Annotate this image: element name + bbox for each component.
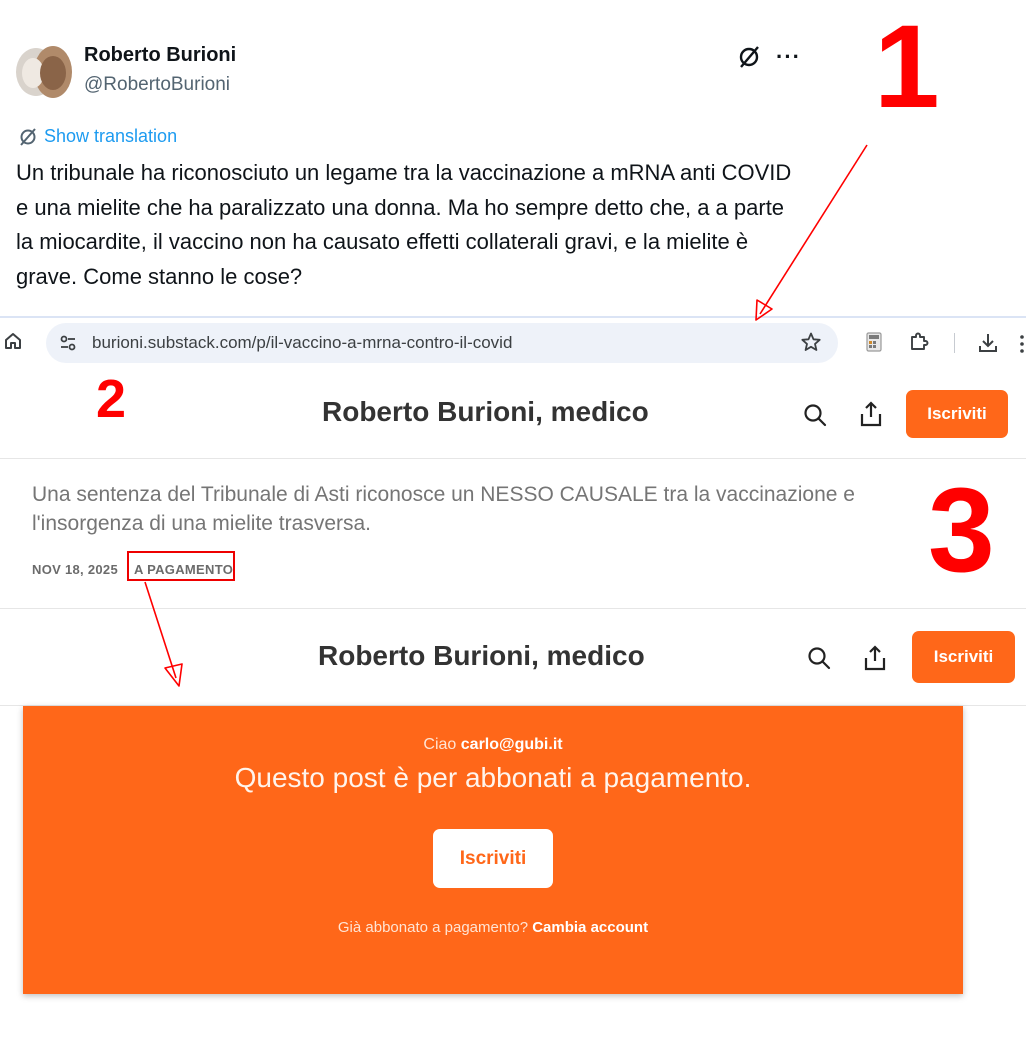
user-email: carlo@gubi.it	[460, 736, 563, 753]
share-icon[interactable]	[862, 644, 888, 672]
annotation-number-1: 1	[874, 1, 940, 133]
subscribe-button[interactable]: Iscriviti	[906, 390, 1008, 438]
show-translation-link[interactable]: Show translation	[18, 126, 177, 147]
puzzle-icon[interactable]	[908, 331, 930, 353]
tweet-author-name[interactable]: Roberto Burioni	[84, 44, 236, 67]
publication-title[interactable]: Roberto Burioni, medico	[322, 396, 649, 428]
home-icon[interactable]	[2, 330, 24, 352]
browser-menu-icon[interactable]	[1018, 333, 1026, 355]
extension-icon[interactable]	[864, 331, 884, 353]
paywall-title: Questo post è per abbonati a pagamento.	[234, 762, 752, 793]
share-icon[interactable]	[858, 400, 884, 428]
show-translation-label: Show translation	[44, 126, 178, 146]
grok-icon[interactable]	[736, 44, 762, 70]
download-icon[interactable]	[976, 331, 1000, 355]
tweet-text: Un tribunale ha riconosciuto un legame t…	[16, 160, 792, 289]
annotation-number-3: 3	[928, 463, 995, 597]
bookmark-star-icon[interactable]	[800, 331, 822, 353]
annotation-highlight-box	[127, 551, 235, 581]
paywall-greeting: Ciao carlo@gubi.it	[23, 736, 963, 754]
greeting-text: Ciao	[423, 736, 457, 753]
more-options-icon[interactable]: ···	[776, 44, 801, 70]
annotation-number-2: 2	[96, 369, 127, 429]
site-settings-icon[interactable]	[58, 333, 78, 353]
search-icon[interactable]	[802, 402, 828, 428]
toolbar-separator	[954, 333, 955, 353]
post-subtitle: Una sentenza del Tribunale di Asti ricon…	[32, 483, 855, 535]
paywall-footer: Già abbonato a pagamento? Cambia account	[23, 919, 963, 936]
post-date: NOV 18, 2025	[32, 562, 118, 577]
tweet-author-handle[interactable]: @RobertoBurioni	[84, 74, 230, 96]
annotation-arrow-2	[144, 581, 183, 687]
paywall-subscribe-button[interactable]: Iscriviti	[433, 829, 553, 888]
avatar[interactable]	[16, 44, 72, 100]
switch-account-link[interactable]: Cambia account	[532, 919, 648, 936]
divider	[0, 608, 1026, 609]
url-text[interactable]: burioni.substack.com/p/il-vaccino-a-mrna…	[92, 333, 512, 353]
publication-title-2[interactable]: Roberto Burioni, medico	[318, 640, 645, 672]
subscribe-button-2[interactable]: Iscriviti	[912, 631, 1015, 683]
already-subscribed-text: Già abbonato a pagamento?	[337, 919, 529, 936]
translate-icon	[20, 127, 36, 146]
search-icon[interactable]	[806, 645, 832, 671]
